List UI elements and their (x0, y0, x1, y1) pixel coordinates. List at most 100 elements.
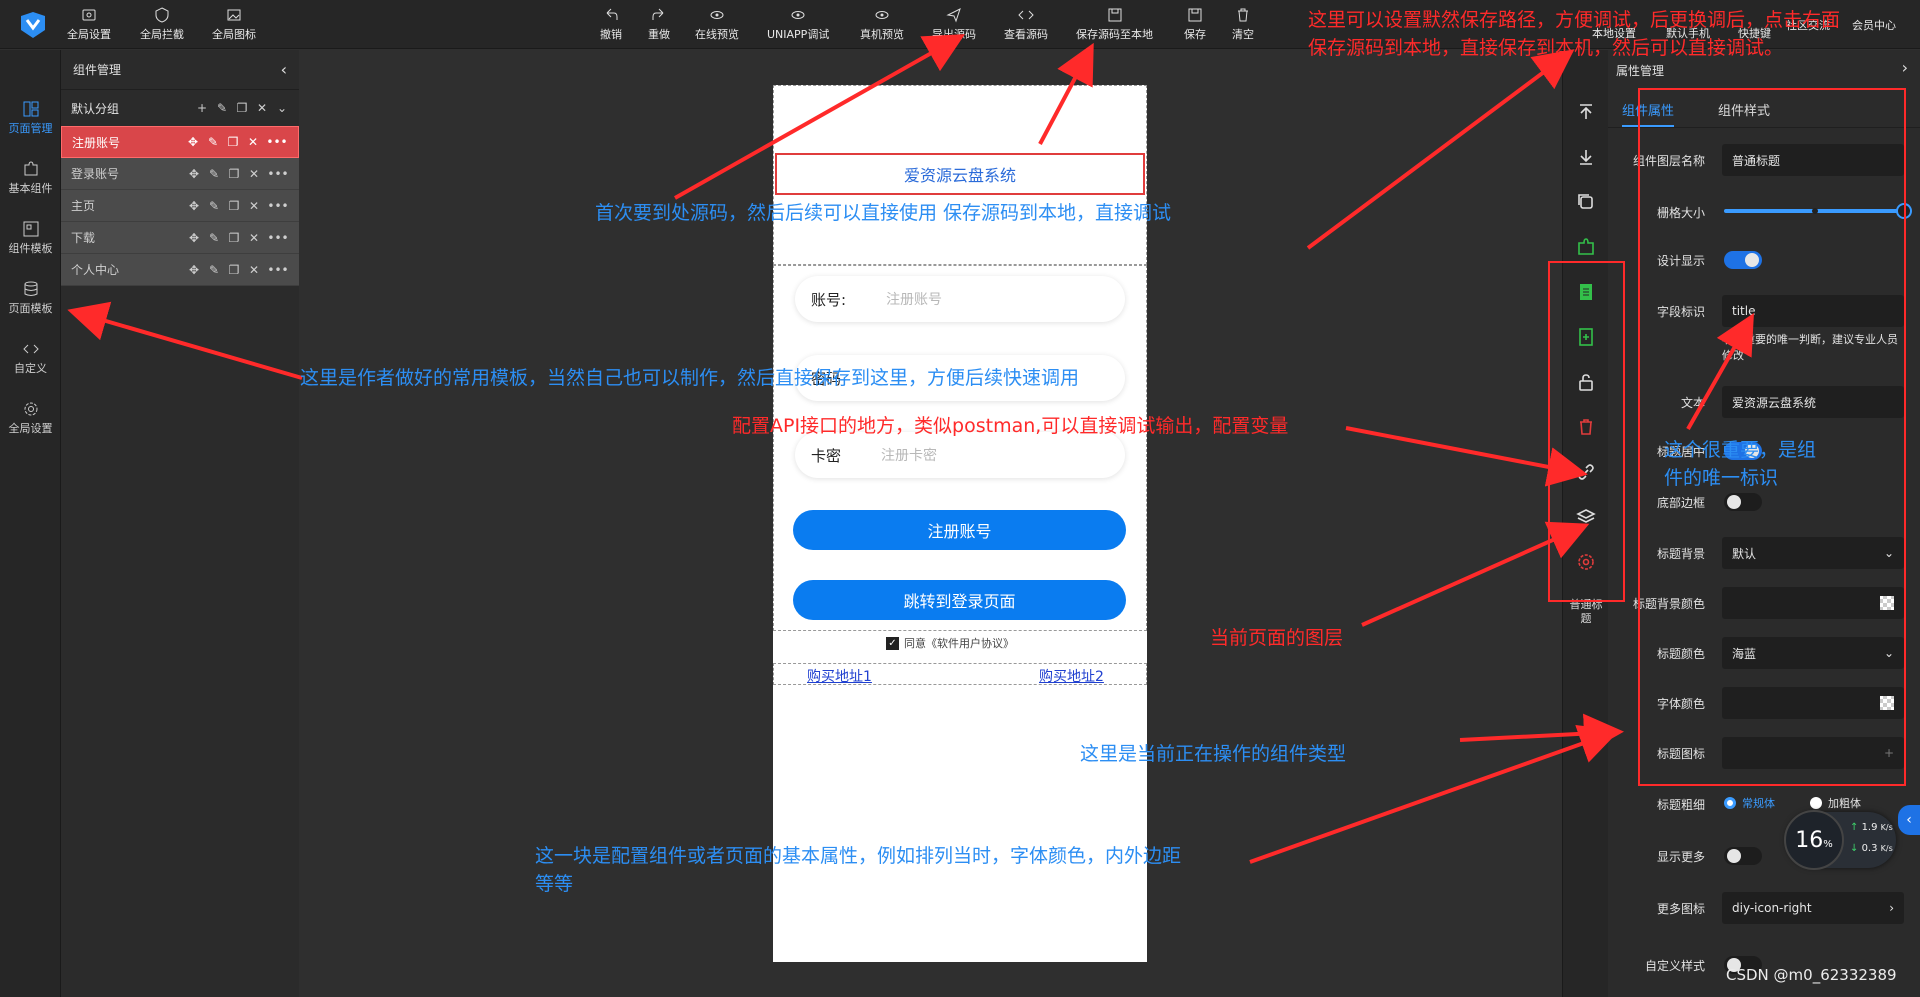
move-icon[interactable]: ✥ (187, 199, 201, 213)
move-top-icon[interactable] (1576, 102, 1596, 122)
network-speed-widget[interactable]: 16% ↑ 1.9 K/s ↓ 0.3 K/s (1784, 810, 1896, 870)
annotation-export-source: 首次要到处源码，然后后续可以直接使用 保存源码到本地，直接调试 (595, 202, 1172, 224)
image-icon (227, 9, 241, 21)
download-speed: ↓ 0.3 K/s (1850, 843, 1893, 854)
annotation-api-config: 配置API接口的地方，类似postman,可以直接调试输出，配置变量 (732, 415, 1289, 437)
move-icon[interactable]: ✥ (187, 231, 201, 245)
settings-icon (82, 9, 96, 21)
device-preview-button[interactable]: 真机预览 (860, 7, 904, 42)
move-icon[interactable]: ✥ (187, 167, 201, 181)
edit-icon[interactable]: ✎ (215, 101, 229, 115)
close-icon[interactable]: ✕ (246, 135, 260, 149)
more-icon[interactable]: ••• (266, 135, 288, 149)
radio-on-icon (1724, 797, 1736, 809)
edit-icon[interactable]: ✎ (207, 231, 221, 245)
trash-icon (1238, 8, 1248, 22)
more-icon-select[interactable]: diy-icon-right › (1722, 892, 1904, 924)
page-item[interactable]: 个人中心 ✥ ✎ ❐ ✕ ••• (61, 254, 299, 286)
eye-icon (791, 11, 805, 19)
checkbox-icon[interactable]: ✓ (886, 636, 899, 650)
annotation-unique-id-1: 这个很重要，是组 (1664, 439, 1817, 461)
clear-button[interactable]: 清空 (1232, 7, 1254, 42)
note-icon[interactable]: ❐ (235, 101, 249, 115)
gear-icon (24, 402, 37, 416)
save-button[interactable]: 保存 (1184, 7, 1206, 42)
page-item[interactable]: 主页 ✥ ✎ ❐ ✕ ••• (61, 190, 299, 222)
undo-button[interactable]: 撤销 (600, 7, 622, 42)
move-icon[interactable]: ✥ (187, 263, 201, 277)
page-item[interactable]: 注册账号 ✥ ✎ ❐ ✕ ••• (61, 126, 299, 158)
close-icon[interactable]: ✕ (255, 101, 269, 115)
buy-link-2[interactable]: 购买地址2 (1039, 666, 1104, 686)
goto-login-button[interactable]: 跳转到登录页面 (793, 580, 1126, 620)
global-intercept-button[interactable]: 全局拦截 (140, 7, 184, 42)
move-bottom-icon[interactable] (1576, 147, 1596, 167)
edit-icon[interactable]: ✎ (206, 135, 220, 149)
watermark: CSDN @m0_62332389 (1726, 966, 1897, 984)
more-icon[interactable]: ••• (267, 263, 289, 277)
rail-custom[interactable]: 自定义 (0, 340, 61, 376)
title-component[interactable]: 爱资源云盘系统 (775, 153, 1145, 195)
add-icon[interactable]: + (195, 101, 209, 115)
more-icon[interactable]: ••• (267, 231, 289, 245)
code-icon (1018, 10, 1034, 20)
rail-global-settings[interactable]: 全局设置 (0, 400, 61, 436)
undo-icon (606, 8, 618, 20)
edit-icon[interactable]: ✎ (207, 167, 221, 181)
move-icon[interactable]: ✥ (186, 135, 200, 149)
weight-regular-radio[interactable]: 常规体 (1724, 795, 1775, 811)
close-icon[interactable]: ✕ (247, 167, 261, 181)
global-icons-button[interactable]: 全局图标 (212, 7, 256, 42)
copy-icon[interactable]: ❐ (227, 167, 241, 181)
expand-chevron-icon[interactable]: › (1902, 58, 1908, 77)
close-icon[interactable]: ✕ (247, 231, 261, 245)
save-source-local-button[interactable]: 保存源码至本地 (1076, 7, 1153, 42)
puzzle-icon[interactable] (1576, 237, 1596, 257)
rail-component-templates[interactable]: 组件模板 (0, 220, 61, 256)
rail-page-management[interactable]: 页面管理 (0, 100, 61, 136)
page-item[interactable]: 登录账号 ✥ ✎ ❐ ✕ ••• (61, 158, 299, 190)
app-logo-icon (21, 12, 45, 38)
member-center-button[interactable]: 会员中心 (1852, 17, 1896, 33)
uniapp-debug-button[interactable]: UNIAPP调试 (767, 7, 829, 42)
agreement-checkbox[interactable]: ✓ 同意《软件用户协议》 (886, 635, 1014, 651)
annotation-basic-props-1: 这一块是配置组件或者页面的基本属性，例如排列当时，字体颜色，内外边距 (535, 845, 1182, 867)
page-group-row[interactable]: 默认分组 + ✎ ❐ ✕ ⌄ (61, 90, 299, 126)
export-source-button[interactable]: 导出源码 (932, 7, 976, 42)
save-icon (1188, 8, 1202, 22)
edit-icon[interactable]: ✎ (207, 199, 221, 213)
online-preview-button[interactable]: 在线预览 (695, 7, 739, 42)
annotation-layers: 当前页面的图层 (1210, 627, 1344, 649)
chevron-down-icon[interactable]: ⌄ (275, 101, 289, 115)
copy-icon[interactable]: ❐ (226, 135, 240, 149)
account-field[interactable]: 账号: 注册账号 (795, 276, 1125, 322)
redo-button[interactable]: 重做 (648, 7, 670, 42)
rail-basic-components[interactable]: 基本组件 (0, 160, 61, 196)
register-button[interactable]: 注册账号 (793, 510, 1126, 550)
more-icon[interactable]: ••• (267, 167, 289, 181)
rail-page-templates[interactable]: 页面模板 (0, 280, 61, 316)
edit-icon[interactable]: ✎ (207, 263, 221, 277)
collapse-chevron-icon[interactable]: ‹ (281, 60, 287, 79)
chevron-left-icon: ‹ (1906, 812, 1912, 828)
close-icon[interactable]: ✕ (247, 199, 261, 213)
copy-icon[interactable] (1576, 192, 1596, 212)
save-icon (1108, 8, 1121, 22)
highlight-tool-icons (1548, 261, 1625, 602)
weight-bold-radio[interactable]: 加粗体 (1810, 795, 1861, 811)
view-source-button[interactable]: 查看源码 (1004, 7, 1048, 42)
redo-icon (652, 8, 664, 20)
annotation-unique-id-2: 件的唯一标识 (1664, 467, 1779, 489)
close-icon[interactable]: ✕ (247, 263, 261, 277)
puzzle-icon (24, 161, 37, 176)
radio-off-icon (1810, 797, 1822, 809)
show-more-toggle[interactable] (1724, 847, 1762, 865)
buy-link-1[interactable]: 购买地址1 (807, 666, 872, 686)
copy-icon[interactable]: ❐ (227, 231, 241, 245)
more-icon[interactable]: ••• (267, 199, 289, 213)
global-settings-button[interactable]: 全局设置 (67, 7, 111, 42)
copy-icon[interactable]: ❐ (227, 199, 241, 213)
side-expand-button[interactable]: ‹ (1898, 805, 1920, 835)
copy-icon[interactable]: ❐ (227, 263, 241, 277)
page-item[interactable]: 下载 ✥ ✎ ❐ ✕ ••• (61, 222, 299, 254)
